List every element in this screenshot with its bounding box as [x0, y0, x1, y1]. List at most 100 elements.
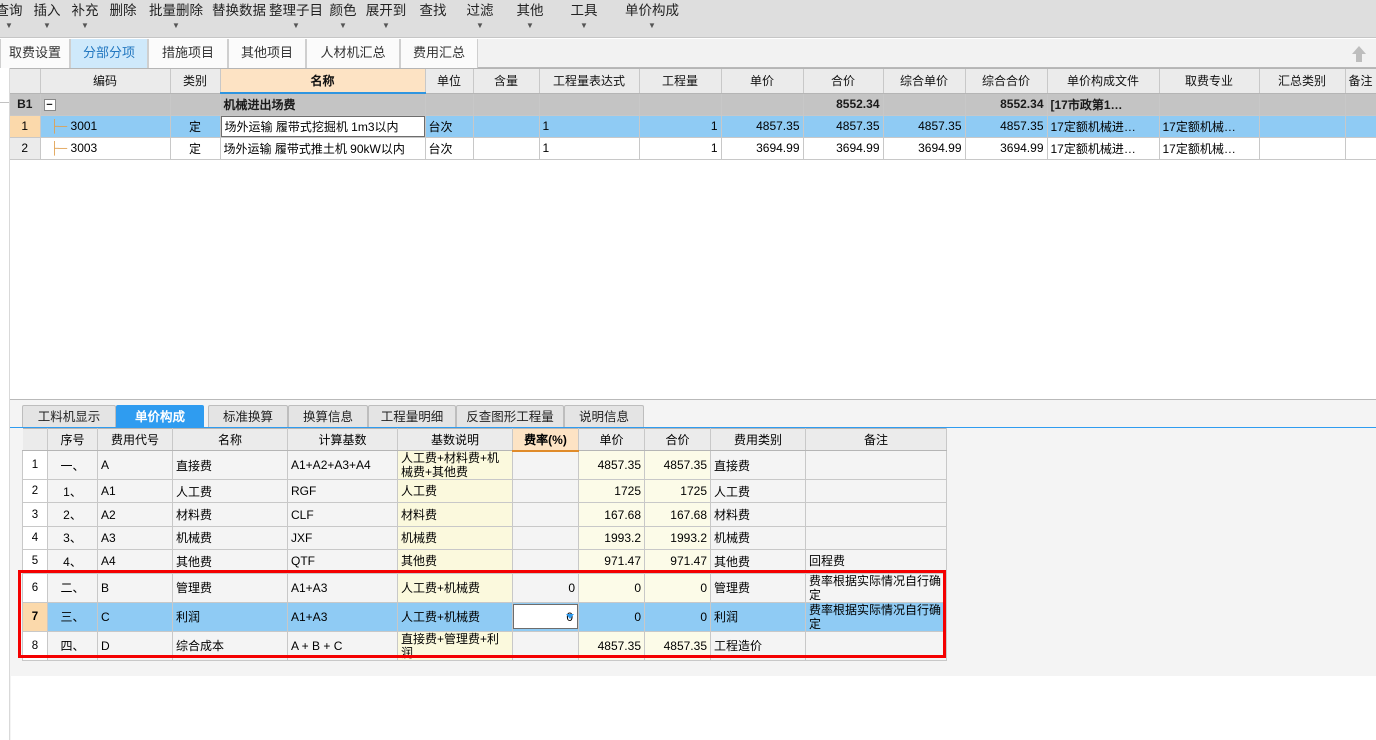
table-row[interactable]: 7 三、 C 利润 A1+A3 人工费+机械费 0 0 0 利润 费率根据实际情况自行确定	[22, 602, 947, 632]
fee-major-cell[interactable]: 17定额机械…	[1159, 115, 1260, 138]
base-description-cell[interactable]: 人工费	[397, 479, 513, 504]
upc-column-header-费率(%)[interactable]: 费率(%)	[512, 428, 579, 452]
fee-code-cell[interactable]: A1	[97, 479, 173, 504]
unit-price-cell[interactable]: 971.47	[578, 549, 645, 574]
table-row[interactable]: B1− 机械进出场费 8552.34 8552.34 [17市政第1…	[10, 93, 1376, 116]
unit-price-cell[interactable]: 0	[578, 602, 645, 632]
upc-column-header-合价[interactable]: 合价	[644, 428, 711, 451]
fee-code-cell[interactable]: A3	[97, 526, 173, 551]
unit-price-cell[interactable]: 0	[578, 573, 645, 603]
upc-column-header-单价[interactable]: 单价	[578, 428, 645, 451]
remark-cell[interactable]: 费率根据实际情况自行确定	[805, 573, 947, 603]
total-price-cell[interactable]: 4857.35	[803, 115, 884, 138]
unit-price-cell[interactable]: 167.68	[578, 502, 645, 527]
table-row[interactable]: 6 二、 B 管理费 A1+A3 人工费+机械费 0 0 0 管理费 费率根据实际情况自行确定	[22, 573, 947, 603]
menu-item-3[interactable]: 删除▼	[104, 0, 142, 38]
total-price-cell[interactable]: 971.47	[644, 549, 711, 574]
sequence-cell[interactable]: 1、	[47, 479, 98, 504]
upc-column-header-费用代号[interactable]: 费用代号	[97, 428, 173, 451]
table-row[interactable]: 1 一、 A 直接费 A1+A2+A3+A4 人工费+材料费+机械费+其他费 4857.35…	[22, 450, 947, 480]
fee-code-cell[interactable]: B	[97, 573, 173, 603]
row-header-cell[interactable]: 2	[22, 479, 48, 504]
fee-code-cell[interactable]: A2	[97, 502, 173, 527]
price-composition-file-cell[interactable]: 17定额机械进…	[1047, 137, 1160, 160]
fee-name-cell[interactable]: 管理费	[172, 573, 288, 603]
total-price-cell[interactable]: 1725	[644, 479, 711, 504]
comprehensive-total-price-cell[interactable]: 8552.34	[965, 93, 1048, 116]
column-header-工程量表达式[interactable]: 工程量表达式	[539, 69, 640, 94]
row-header-cell[interactable]: 3	[22, 502, 48, 527]
column-header-类别[interactable]: 类别	[170, 69, 221, 94]
fee-major-cell[interactable]	[1159, 93, 1260, 116]
upc-column-header-费用类别[interactable]: 费用类别	[710, 428, 806, 451]
remark-cell[interactable]	[805, 479, 947, 504]
remark-cell[interactable]	[1345, 115, 1376, 138]
fee-major-cell[interactable]: 17定额机械…	[1159, 137, 1260, 160]
base-description-cell[interactable]: 人工费+机械费	[397, 573, 513, 603]
detail-tab-0[interactable]: 工料机显示	[22, 405, 116, 428]
menu-item-9[interactable]: 查找▼	[410, 0, 456, 38]
row-header-cell[interactable]: 1	[10, 115, 41, 138]
comprehensive-total-price-cell[interactable]: 4857.35	[965, 115, 1048, 138]
table-row[interactable]: 8 四、 D 综合成本 A + B + C 直接费+管理费+利润 4857.35 4857.3…	[22, 631, 947, 661]
rate-cell[interactable]	[512, 479, 579, 504]
remark-cell[interactable]	[805, 450, 947, 480]
content-ratio-cell[interactable]	[473, 93, 540, 116]
fee-type-cell[interactable]: 材料费	[710, 502, 806, 527]
name-cell[interactable]: 场外运输 履带式挖掘机 1m3以内	[220, 115, 426, 138]
menu-item-8[interactable]: 展开到 ▼	[362, 0, 410, 38]
column-header-综合合价[interactable]: 综合合价	[965, 69, 1048, 94]
upc-column-header-rownum[interactable]	[22, 428, 48, 451]
summary-type-cell[interactable]	[1259, 93, 1346, 116]
column-header-汇总类别[interactable]: 汇总类别	[1259, 69, 1346, 94]
total-price-cell[interactable]: 167.68	[644, 502, 711, 527]
name-inline-editor[interactable]: 场外运输 履带式挖掘机 1m3以内	[220, 115, 424, 136]
sequence-cell[interactable]: 4、	[47, 549, 98, 574]
sequence-cell[interactable]: 一、	[47, 450, 98, 480]
base-description-cell[interactable]: 其他费	[397, 549, 513, 574]
calc-base-cell[interactable]: A1+A2+A3+A4	[287, 450, 398, 480]
column-header-单价构成文件[interactable]: 单价构成文件	[1047, 69, 1160, 94]
expander-toggle-icon[interactable]: −	[43, 98, 56, 111]
column-header-综合单价[interactable]: 综合单价	[883, 69, 966, 94]
row-header-cell[interactable]: 8	[22, 631, 48, 661]
row-header-cell[interactable]: B1	[10, 93, 41, 116]
column-header-备注[interactable]: 备注	[1345, 69, 1376, 94]
total-price-cell[interactable]: 4857.35	[644, 631, 711, 661]
code-cell[interactable]: ├─ 3003	[40, 137, 171, 160]
table-row[interactable]: 3 2、 A2 材料费 CLF 材料费 167.68 167.68 材料费	[22, 502, 947, 527]
base-description-cell[interactable]: 人工费+机械费	[397, 602, 513, 632]
detail-tab-1[interactable]: 单价构成	[116, 405, 204, 428]
fee-code-cell[interactable]: A4	[97, 549, 173, 574]
fee-type-cell[interactable]: 工程造价	[710, 631, 806, 661]
main-tab-0[interactable]: 取费设置	[0, 39, 70, 68]
fee-name-cell[interactable]: 人工费	[172, 479, 288, 504]
row-header-cell[interactable]: 6	[22, 573, 48, 603]
unit-price-cell[interactable]: 4857.35	[578, 450, 645, 480]
upc-column-header-名称[interactable]: 名称	[172, 428, 288, 451]
content-ratio-cell[interactable]	[473, 115, 540, 138]
base-description-cell[interactable]: 人工费+材料费+机械费+其他费	[397, 450, 513, 480]
detail-tab-5[interactable]: 反查图形工程量	[456, 405, 564, 428]
qty-expression-cell[interactable]: 1	[539, 137, 640, 160]
unit-cell[interactable]: 台次	[425, 115, 474, 138]
column-header-含量[interactable]: 含量	[473, 69, 540, 94]
table-row[interactable]: 5 4、 A4 其他费 QTF 其他费 971.47 971.47 其他费 回程费	[22, 549, 947, 574]
dropdown-arrow-icon[interactable]	[566, 614, 574, 620]
fee-name-cell[interactable]: 机械费	[172, 526, 288, 551]
column-header-rownum[interactable]	[10, 69, 41, 94]
rate-cell[interactable]	[512, 549, 579, 574]
fee-name-cell[interactable]: 综合成本	[172, 631, 288, 661]
chevron-down-icon[interactable]: ▼	[66, 22, 104, 30]
total-price-cell[interactable]: 0	[644, 573, 711, 603]
fee-code-cell[interactable]: D	[97, 631, 173, 661]
qty-expression-cell[interactable]	[539, 93, 640, 116]
chevron-down-icon[interactable]: ▼	[556, 22, 612, 30]
upc-column-header-备注[interactable]: 备注	[805, 428, 947, 451]
category-cell[interactable]: 定	[170, 137, 221, 160]
sequence-cell[interactable]: 2、	[47, 502, 98, 527]
table-row[interactable]: 2 1、 A1 人工费 RGF 人工费 1725 1725 人工费	[22, 479, 947, 504]
main-tab-2[interactable]: 措施项目	[148, 39, 228, 68]
calc-base-cell[interactable]: RGF	[287, 479, 398, 504]
detail-tab-4[interactable]: 工程量明细	[368, 405, 456, 428]
